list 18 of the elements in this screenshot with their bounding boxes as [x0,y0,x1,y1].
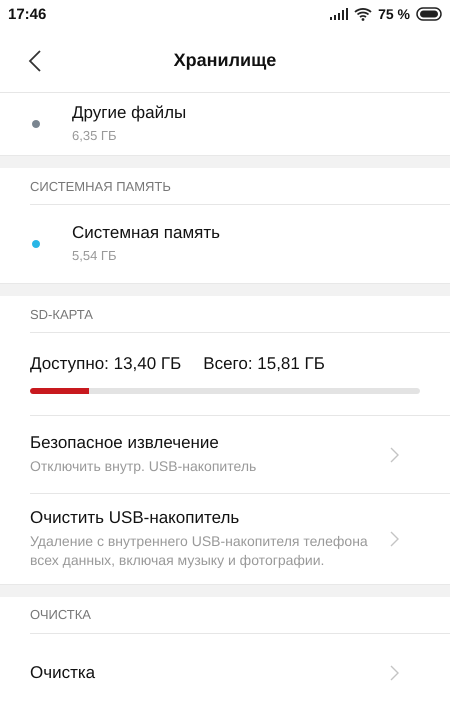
section-header: СИСТЕМНАЯ ПАМЯТЬ [30,178,171,194]
wifi-icon [354,7,372,21]
page-title: Хранилище [174,50,276,70]
chevron-icon [390,446,399,462]
chevron-icon [390,530,399,547]
settings-item[interactable]: Очистка [30,634,450,704]
status-time: 17:46 [8,6,46,22]
settings-item[interactable]: Очистить USB-накопитель Удаление с внутреннего USB-накопителя телефона всех данных, включая музыку и фотографии. [30,494,450,584]
storage-item[interactable]: Системная память 5,54 ГБ [30,205,450,283]
section-header: SD-КАРТА [30,306,93,322]
battery-icon [416,7,442,21]
available-space: Доступно: 13,40 ГБ [30,354,182,374]
settings-item[interactable]: Безопасное извлечение Отключить внутр. USB-накопитель [30,416,450,494]
total-space: Всего: 15,81 ГБ [203,354,325,374]
section-header: ОЧИСТКА [30,607,91,622]
signal-icon [330,8,348,20]
chevron-icon [390,664,399,681]
battery-percent: 75 % [378,6,410,22]
